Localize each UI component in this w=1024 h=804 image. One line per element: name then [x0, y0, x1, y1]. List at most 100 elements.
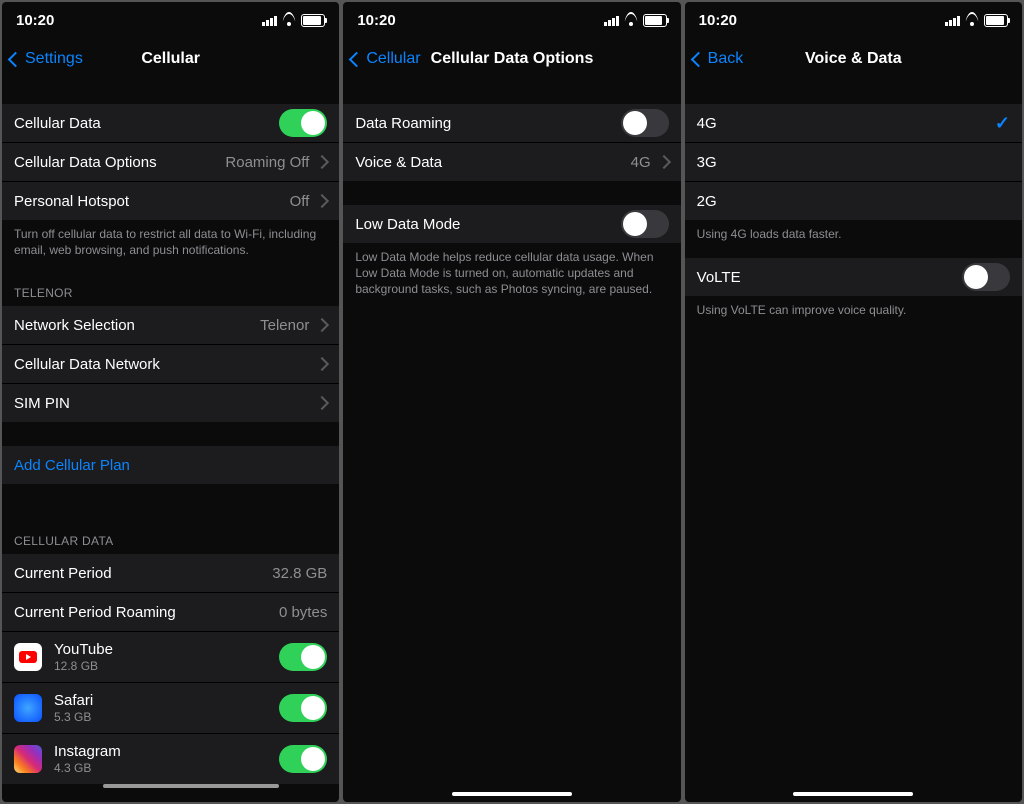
current-period-roaming-row: Current Period Roaming 0 bytes — [2, 593, 339, 632]
cellular-data-network-row[interactable]: Cellular Data Network — [2, 345, 339, 384]
row-label: Network Selection — [14, 317, 135, 334]
chevron-right-icon — [315, 396, 329, 410]
instagram-icon — [14, 745, 42, 773]
status-time: 10:20 — [16, 12, 54, 29]
content[interactable]: 4G ✓ 3G 2G Using 4G loads data faster. V… — [685, 80, 1022, 802]
app-size: 5.3 GB — [54, 710, 93, 724]
personal-hotspot-row[interactable]: Personal Hotspot Off — [2, 182, 339, 220]
row-value: Roaming Off — [225, 154, 309, 171]
cellular-data-toggle[interactable] — [279, 109, 327, 137]
row-label: Voice & Data — [355, 154, 442, 171]
voice-data-row[interactable]: Voice & Data 4G — [343, 143, 680, 181]
row-label: Data Roaming — [355, 115, 451, 132]
row-value: 0 bytes — [279, 604, 327, 621]
signal-icon — [262, 15, 277, 26]
chevron-left-icon — [8, 51, 24, 67]
app-usage-row[interactable]: Instagram 4.3 GB — [2, 734, 339, 784]
back-button[interactable]: Cellular — [351, 50, 420, 68]
chevron-right-icon — [315, 357, 329, 371]
add-cellular-plan-row[interactable]: Add Cellular Plan — [2, 446, 339, 484]
chevron-right-icon — [315, 318, 329, 332]
app-size: 12.8 GB — [54, 659, 113, 673]
home-indicator[interactable] — [452, 792, 572, 796]
option-3g-row[interactable]: 3G — [685, 143, 1022, 182]
chevron-right-icon — [315, 194, 329, 208]
status-time: 10:20 — [357, 12, 395, 29]
youtube-icon — [14, 643, 42, 671]
content[interactable]: Cellular Data Cellular Data Options Roam… — [2, 80, 339, 802]
phone-cellular: 10:20 Settings Cellular Cellular Data Ce… — [2, 2, 339, 802]
content[interactable]: Data Roaming Voice & Data 4G Low Data Mo… — [343, 80, 680, 802]
signal-icon — [945, 15, 960, 26]
app-data-toggle[interactable] — [279, 694, 327, 722]
status-bar: 10:20 — [2, 2, 339, 38]
row-label: Add Cellular Plan — [14, 457, 130, 474]
nav-bar: Cellular Cellular Data Options — [343, 38, 680, 80]
battery-icon — [984, 14, 1008, 27]
back-label: Settings — [25, 50, 83, 68]
sim-pin-row[interactable]: SIM PIN — [2, 384, 339, 422]
back-label: Cellular — [366, 50, 420, 68]
nav-bar: Settings Cellular — [2, 38, 339, 80]
section-footer: Turn off cellular data to restrict all d… — [2, 220, 339, 268]
app-usage-row[interactable]: YouTube 12.8 GB — [2, 632, 339, 683]
row-label: Personal Hotspot — [14, 193, 129, 210]
back-button[interactable]: Back — [693, 50, 744, 68]
row-label: VoLTE — [697, 269, 741, 286]
app-name: YouTube — [54, 641, 113, 659]
low-data-mode-row[interactable]: Low Data Mode — [343, 205, 680, 243]
row-label: 3G — [697, 154, 717, 171]
home-indicator[interactable] — [793, 792, 913, 796]
network-selection-row[interactable]: Network Selection Telenor — [2, 306, 339, 345]
row-label: Low Data Mode — [355, 216, 460, 233]
section-footer: Using VoLTE can improve voice quality. — [685, 296, 1022, 328]
status-bar: 10:20 — [685, 2, 1022, 38]
row-label: SIM PIN — [14, 395, 70, 412]
chevron-left-icon — [690, 51, 706, 67]
section-footer: Using 4G loads data faster. — [685, 220, 1022, 252]
wifi-icon — [623, 14, 639, 26]
data-roaming-toggle[interactable] — [621, 109, 669, 137]
checkmark-icon: ✓ — [995, 113, 1010, 134]
chevron-right-icon — [657, 155, 671, 169]
data-roaming-row[interactable]: Data Roaming — [343, 104, 680, 143]
cellular-data-row[interactable]: Cellular Data — [2, 104, 339, 143]
app-size: 4.3 GB — [54, 761, 121, 775]
row-label: Cellular Data Network — [14, 356, 160, 373]
app-name: Instagram — [54, 743, 121, 761]
phone-cellular-data-options: 10:20 Cellular Cellular Data Options Dat… — [343, 2, 680, 802]
row-value: 32.8 GB — [272, 565, 327, 582]
row-label: Cellular Data — [14, 115, 101, 132]
wifi-icon — [281, 14, 297, 26]
row-label: Current Period Roaming — [14, 604, 176, 621]
chevron-left-icon — [349, 51, 365, 67]
section-header: TELENOR — [2, 268, 339, 306]
cellular-data-options-row[interactable]: Cellular Data Options Roaming Off — [2, 143, 339, 182]
volte-toggle[interactable] — [962, 263, 1010, 291]
wifi-icon — [964, 14, 980, 26]
back-button[interactable]: Settings — [10, 50, 83, 68]
option-4g-row[interactable]: 4G ✓ — [685, 104, 1022, 143]
current-period-row: Current Period 32.8 GB — [2, 554, 339, 593]
status-bar: 10:20 — [343, 2, 680, 38]
signal-icon — [604, 15, 619, 26]
volte-row[interactable]: VoLTE — [685, 258, 1022, 296]
row-value: 4G — [631, 154, 651, 171]
chevron-right-icon — [315, 155, 329, 169]
app-data-toggle[interactable] — [279, 745, 327, 773]
battery-icon — [301, 14, 325, 27]
app-data-toggle[interactable] — [279, 643, 327, 671]
option-2g-row[interactable]: 2G — [685, 182, 1022, 220]
row-value: Off — [290, 193, 310, 210]
row-label: Current Period — [14, 565, 112, 582]
low-data-mode-toggle[interactable] — [621, 210, 669, 238]
safari-icon — [14, 694, 42, 722]
app-usage-row[interactable]: Safari 5.3 GB — [2, 683, 339, 734]
scrollbar[interactable] — [103, 784, 278, 788]
back-label: Back — [708, 50, 744, 68]
phone-voice-and-data: 10:20 Back Voice & Data 4G ✓ 3G 2G — [685, 2, 1022, 802]
app-name: Safari — [54, 692, 93, 710]
row-label: 2G — [697, 193, 717, 210]
row-label: 4G — [697, 115, 717, 132]
battery-icon — [643, 14, 667, 27]
